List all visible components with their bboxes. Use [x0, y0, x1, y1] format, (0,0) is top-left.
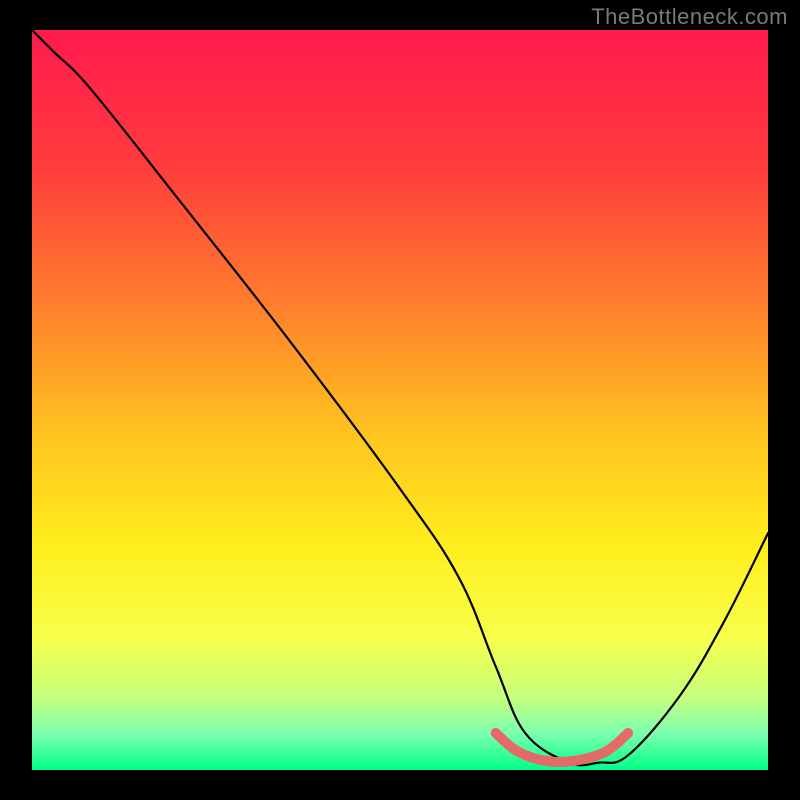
bottleneck-plot	[0, 0, 800, 800]
watermark-text: TheBottleneck.com	[591, 4, 788, 30]
chart-container: TheBottleneck.com	[0, 0, 800, 800]
plot-background	[32, 30, 768, 770]
